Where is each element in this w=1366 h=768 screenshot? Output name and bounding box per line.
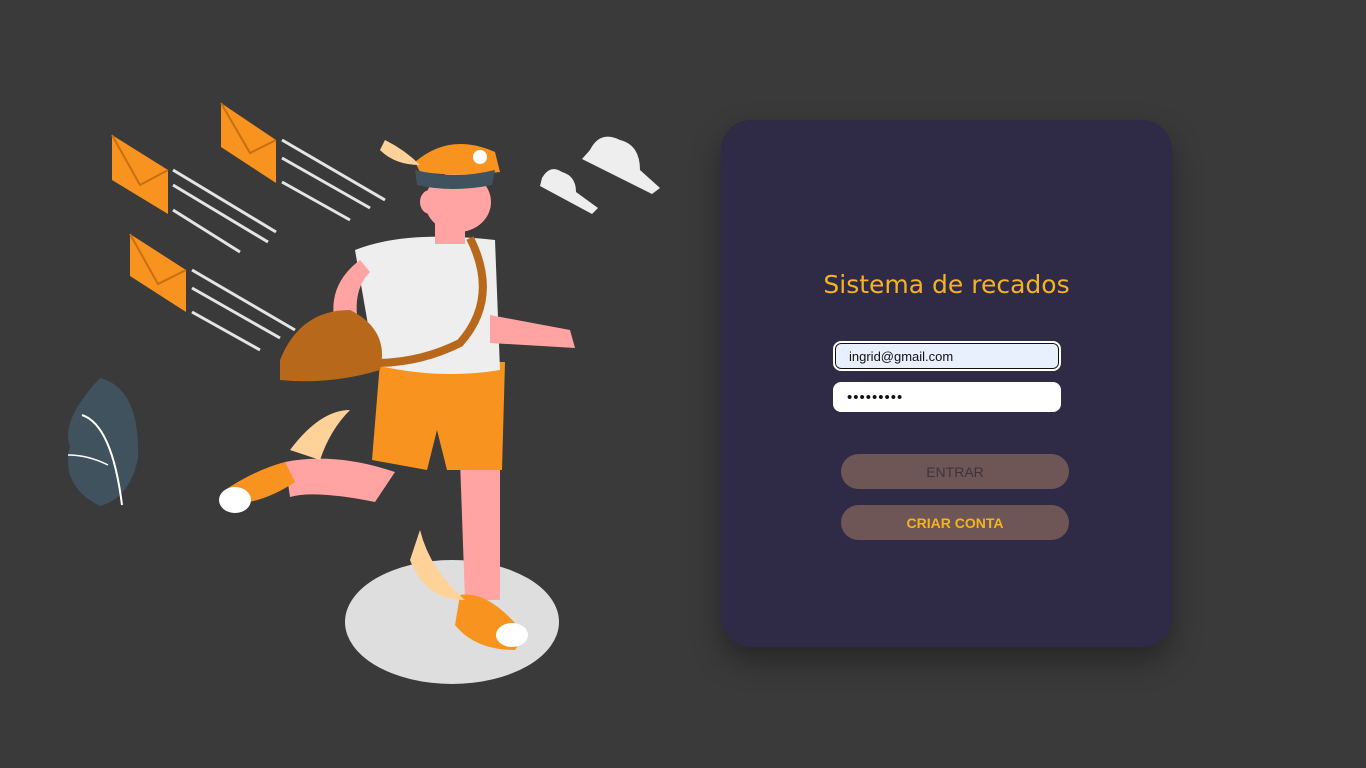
enter-button[interactable]: ENTRAR xyxy=(841,454,1069,489)
envelope-icon xyxy=(220,102,386,222)
login-title: Sistema de recados xyxy=(823,270,1070,299)
email-input[interactable] xyxy=(833,341,1061,371)
cloud-icon xyxy=(540,136,660,214)
plant-icon xyxy=(67,378,139,506)
password-input[interactable] xyxy=(833,382,1061,412)
login-card: Sistema de recados ENTRAR CRIAR CONTA xyxy=(721,120,1172,647)
login-page: Sistema de recados ENTRAR CRIAR CONTA xyxy=(0,0,1366,768)
ground-shadow xyxy=(345,560,559,684)
envelope-icon xyxy=(129,233,296,352)
mail-courier-running-icon xyxy=(67,102,660,684)
create-account-button[interactable]: CRIAR CONTA xyxy=(841,505,1069,540)
